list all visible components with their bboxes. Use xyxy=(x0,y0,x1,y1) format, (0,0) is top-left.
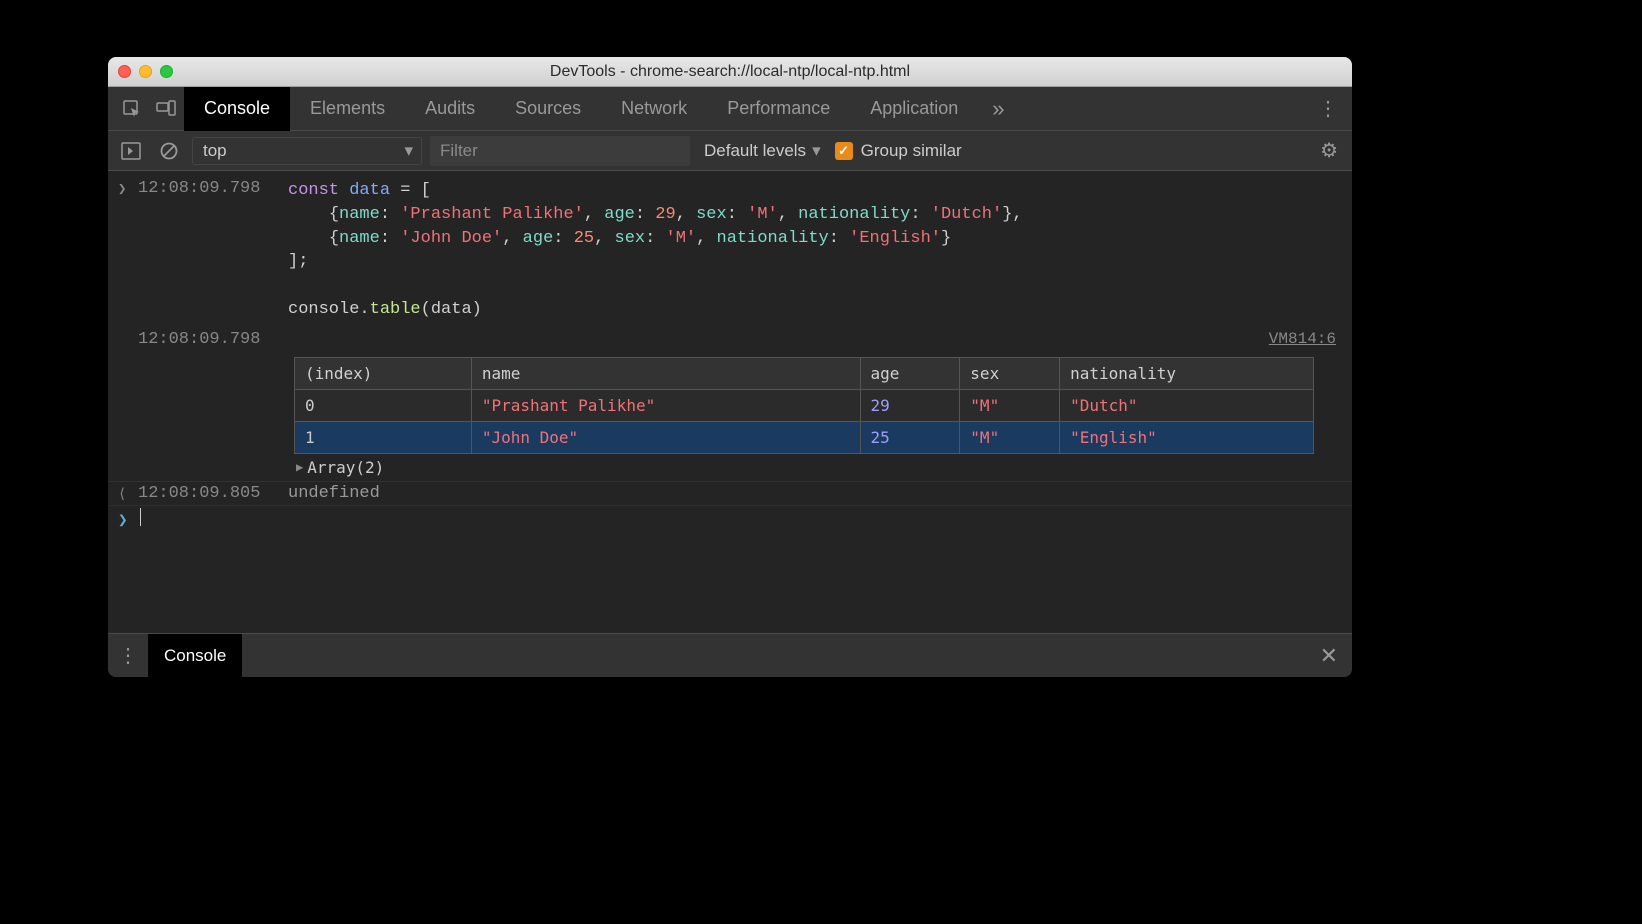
tab-console[interactable]: Console xyxy=(184,87,290,131)
tab-performance[interactable]: Performance xyxy=(707,87,850,131)
console-table-output: (index)nameagesexnationality 0"Prashant … xyxy=(294,357,1342,479)
table-cell: 0 xyxy=(295,389,472,421)
table-cell: "English" xyxy=(1060,421,1314,453)
table-cell: "Prashant Palikhe" xyxy=(471,389,860,421)
execution-context-label: top xyxy=(203,141,227,161)
drawer-console-tab[interactable]: Console xyxy=(148,634,242,678)
output-timestamp: 12:08:09.798 xyxy=(138,330,288,349)
array-label: Array(2) xyxy=(307,458,384,477)
group-similar-checkbox[interactable]: ✓ xyxy=(835,142,853,160)
traffic-lights xyxy=(118,65,173,78)
log-levels-label: Default levels xyxy=(704,141,806,161)
table-row[interactable]: 0"Prashant Palikhe"29"M""Dutch" xyxy=(295,389,1314,421)
devtools-window: DevTools - chrome-search://local-ntp/loc… xyxy=(108,57,1352,677)
console-settings-icon[interactable]: ⚙ xyxy=(1314,138,1344,163)
return-chevron-icon: ⟨ xyxy=(118,484,138,503)
minimize-window-button[interactable] xyxy=(139,65,152,78)
table-header-cell[interactable]: name xyxy=(471,357,860,389)
more-tabs-button[interactable]: » xyxy=(978,96,1018,122)
devtools-tabstrip: ConsoleElementsAuditsSourcesNetworkPerfo… xyxy=(108,87,1352,131)
table-row[interactable]: 1"John Doe"25"M""English" xyxy=(295,421,1314,453)
main-tabs: ConsoleElementsAuditsSourcesNetworkPerfo… xyxy=(184,87,978,131)
console-input-row: ❯ 12:08:09.798 const data = [ {name: 'Pr… xyxy=(108,177,1352,324)
table-cell: 25 xyxy=(860,421,960,453)
group-similar-label: Group similar xyxy=(861,141,962,161)
element-picker-icon[interactable] xyxy=(116,93,148,125)
array-expand-toggle[interactable]: ▶ Array(2) xyxy=(294,454,1342,479)
table-cell: "M" xyxy=(960,389,1060,421)
tab-network[interactable]: Network xyxy=(601,87,707,131)
table-header-cell[interactable]: nationality xyxy=(1060,357,1314,389)
data-table: (index)nameagesexnationality 0"Prashant … xyxy=(294,357,1314,454)
prompt-chevron-icon: ❯ xyxy=(118,508,138,530)
table-cell: "Dutch" xyxy=(1060,389,1314,421)
execution-context-select[interactable]: top xyxy=(192,137,422,165)
output-gutter xyxy=(118,330,138,332)
source-link[interactable]: VM814:6 xyxy=(1269,330,1342,348)
table-cell: "John Doe" xyxy=(471,421,860,453)
tab-audits[interactable]: Audits xyxy=(405,87,495,131)
table-body: 0"Prashant Palikhe"29"M""Dutch"1"John Do… xyxy=(295,389,1314,453)
table-cell: "M" xyxy=(960,421,1060,453)
console-prompt-row[interactable]: ❯ xyxy=(108,506,1352,532)
drawer-close-icon[interactable]: ✕ xyxy=(1306,643,1352,669)
filter-input[interactable] xyxy=(430,136,690,166)
close-window-button[interactable] xyxy=(118,65,131,78)
console-return-row: ⟨ 12:08:09.805 undefined xyxy=(108,481,1352,506)
console-toolbar: top Default levels ✓ Group similar ⚙ xyxy=(108,131,1352,171)
window-title: DevTools - chrome-search://local-ntp/loc… xyxy=(108,63,1352,81)
table-header-row: (index)nameagesexnationality xyxy=(295,357,1314,389)
table-cell: 1 xyxy=(295,421,472,453)
device-toolbar-icon[interactable] xyxy=(150,93,182,125)
prompt-input[interactable] xyxy=(138,508,141,527)
return-timestamp: 12:08:09.805 xyxy=(138,484,288,503)
tab-application[interactable]: Application xyxy=(850,87,978,131)
console-output-row: 12:08:09.798 VM814:6 xyxy=(108,324,1352,351)
drawer-tab-label: Console xyxy=(164,646,226,666)
titlebar: DevTools - chrome-search://local-ntp/loc… xyxy=(108,57,1352,87)
table-cell: 29 xyxy=(860,389,960,421)
clear-console-icon[interactable] xyxy=(154,137,184,165)
table-header-cell[interactable]: age xyxy=(860,357,960,389)
drawer-kebab-icon[interactable]: ⋮ xyxy=(108,643,148,668)
tab-sources[interactable]: Sources xyxy=(495,87,601,131)
input-timestamp: 12:08:09.798 xyxy=(138,179,288,198)
toggle-sidebar-icon[interactable] xyxy=(116,137,146,165)
tab-elements[interactable]: Elements xyxy=(290,87,405,131)
settings-kebab-icon[interactable]: ⋮ xyxy=(1312,93,1344,125)
table-header-cell[interactable]: (index) xyxy=(295,357,472,389)
console-log-area[interactable]: ❯ 12:08:09.798 const data = [ {name: 'Pr… xyxy=(108,171,1352,633)
drawer: ⋮ Console ✕ xyxy=(108,633,1352,677)
table-header-cell[interactable]: sex xyxy=(960,357,1060,389)
expand-triangle-icon: ▶ xyxy=(296,460,303,474)
input-chevron-icon: ❯ xyxy=(118,179,138,198)
maximize-window-button[interactable] xyxy=(160,65,173,78)
log-levels-select[interactable]: Default levels xyxy=(698,141,827,161)
return-value: undefined xyxy=(288,484,380,503)
code-snippet: const data = [ {name: 'Prashant Palikhe'… xyxy=(288,179,1342,322)
